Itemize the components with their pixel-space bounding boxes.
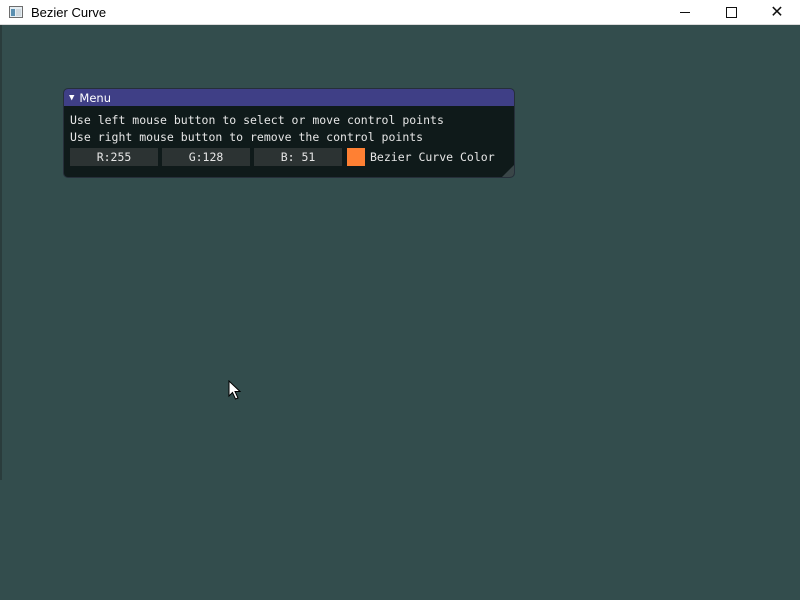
minimize-button[interactable] [662, 0, 708, 24]
close-icon: ✕ [770, 2, 784, 21]
window-title: Bezier Curve [31, 4, 107, 20]
menu-panel-body: Use left mouse button to select or move … [64, 106, 514, 166]
window-left-edge [0, 25, 2, 480]
mouse-cursor-icon [228, 380, 242, 400]
window-titlebar[interactable]: Bezier Curve ✕ [0, 0, 800, 25]
instruction-text-right-click: Use right mouse button to remove the con… [70, 130, 424, 144]
maximize-icon [725, 6, 737, 18]
menu-panel-header[interactable]: ▼ Menu [64, 89, 514, 106]
window-controls: ✕ [662, 0, 800, 24]
menu-panel-title: Menu [79, 90, 111, 105]
color-editor-row: R:255 G:128 B: 51 Bezier Curve Color [70, 148, 508, 166]
blue-channel-field[interactable]: B: 51 [254, 148, 342, 166]
maximize-button[interactable] [708, 0, 754, 24]
app-icon [9, 6, 23, 18]
instruction-text-left-click: Use left mouse button to select or move … [70, 113, 444, 127]
minimize-icon [680, 11, 690, 13]
close-button[interactable]: ✕ [754, 0, 800, 24]
menu-panel[interactable]: ▼ Menu Use left mouse button to select o… [63, 88, 515, 178]
green-channel-field[interactable]: G:128 [162, 148, 250, 166]
resize-grip-icon[interactable] [502, 165, 514, 177]
red-channel-field[interactable]: R:255 [70, 148, 158, 166]
color-swatch-label: Bezier Curve Color [370, 150, 495, 164]
collapse-arrow-icon[interactable]: ▼ [69, 93, 74, 103]
color-swatch[interactable] [347, 148, 365, 166]
